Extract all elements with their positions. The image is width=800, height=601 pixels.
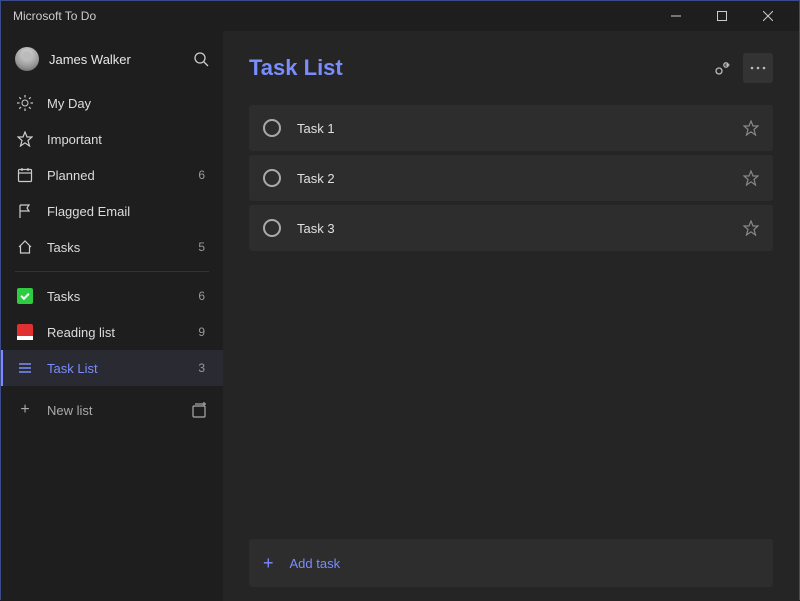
sidebar-list-reading[interactable]: Reading list 9: [1, 314, 223, 350]
titlebar: Microsoft To Do: [1, 1, 799, 31]
share-button[interactable]: [707, 53, 737, 83]
task-row[interactable]: Task 2: [249, 155, 773, 201]
content: Task List Task 1 Task 2 Task 3: [223, 31, 799, 601]
list-icon: [15, 358, 35, 378]
list-title: Task List: [249, 55, 701, 81]
sidebar-item-important[interactable]: Important: [1, 121, 223, 157]
more-options-button[interactable]: [743, 53, 773, 83]
minimize-button[interactable]: [653, 1, 699, 31]
sidebar-divider: [15, 271, 209, 272]
sidebar-list-tasklist[interactable]: Task List 3: [1, 350, 223, 386]
sun-icon: [15, 93, 35, 113]
profile-row[interactable]: James Walker: [1, 39, 223, 85]
new-group-icon[interactable]: [191, 401, 209, 419]
sidebar-list-tasks[interactable]: Tasks 6: [1, 278, 223, 314]
task-title: Task 1: [297, 121, 743, 136]
book-red-icon: [15, 322, 35, 342]
sidebar-item-planned[interactable]: Planned 6: [1, 157, 223, 193]
complete-circle-icon[interactable]: [263, 169, 281, 187]
user-lists: Tasks 6 Reading list 9 Task List 3: [1, 278, 223, 386]
sidebar: James Walker My Day Important Planned 6: [1, 31, 223, 601]
main: James Walker My Day Important Planned 6: [1, 31, 799, 601]
maximize-button[interactable]: [699, 1, 745, 31]
plus-icon: +: [15, 401, 35, 419]
calendar-icon: [15, 165, 35, 185]
avatar: [15, 47, 39, 71]
task-row[interactable]: Task 1: [249, 105, 773, 151]
complete-circle-icon[interactable]: [263, 219, 281, 237]
search-icon[interactable]: [193, 51, 209, 67]
add-task-label: Add task: [290, 556, 341, 571]
complete-circle-icon[interactable]: [263, 119, 281, 137]
sidebar-item-my-day[interactable]: My Day: [1, 85, 223, 121]
star-icon: [15, 129, 35, 149]
sidebar-item-flagged-email[interactable]: Flagged Email: [1, 193, 223, 229]
flag-icon: [15, 201, 35, 221]
close-button[interactable]: [745, 1, 791, 31]
titlebar-title: Microsoft To Do: [9, 9, 653, 23]
star-outline-icon[interactable]: [743, 170, 759, 186]
task-title: Task 3: [297, 221, 743, 236]
task-title: Task 2: [297, 171, 743, 186]
home-icon: [15, 237, 35, 257]
new-list-button[interactable]: + New list: [1, 390, 223, 430]
star-outline-icon[interactable]: [743, 220, 759, 236]
content-header: Task List: [249, 53, 773, 83]
plus-icon: +: [263, 553, 274, 574]
task-list: Task 1 Task 2 Task 3: [249, 105, 773, 529]
star-outline-icon[interactable]: [743, 120, 759, 136]
smart-lists: My Day Important Planned 6 Flagged Email: [1, 85, 223, 265]
sidebar-item-tasks[interactable]: Tasks 5: [1, 229, 223, 265]
username: James Walker: [49, 52, 193, 67]
checkbox-green-icon: [15, 286, 35, 306]
task-row[interactable]: Task 3: [249, 205, 773, 251]
add-task-button[interactable]: + Add task: [249, 539, 773, 587]
